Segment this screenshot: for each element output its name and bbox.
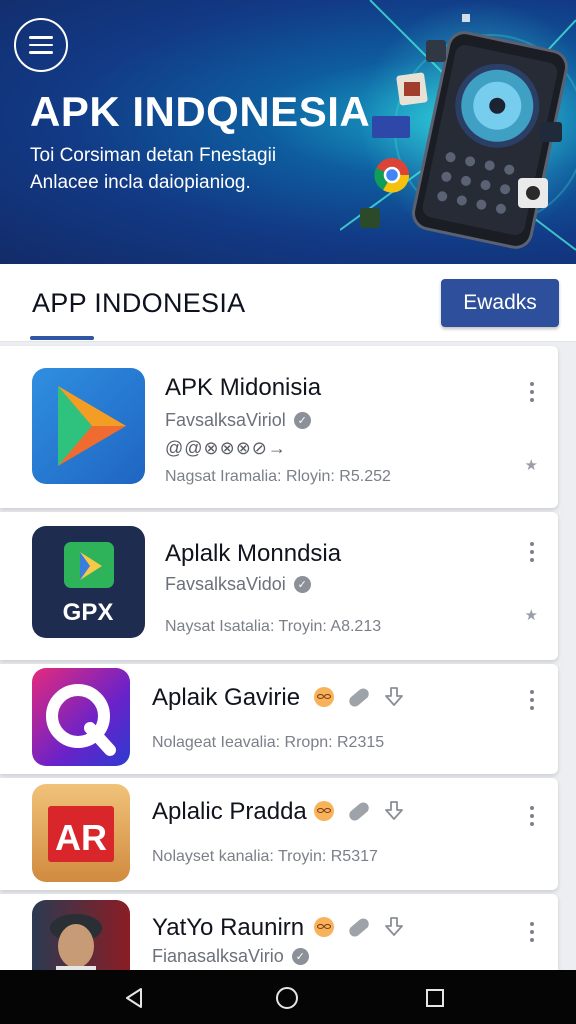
hero-subtitle-line: Toi Corsiman detan Fnestagii (30, 145, 277, 166)
app-name: APK Midonisia (165, 374, 322, 401)
developer-name: FavsalksaViriol (165, 410, 286, 430)
gpx-play-icon: GPX (32, 526, 145, 638)
tab-app-indonesia[interactable]: APP INDONESIA (32, 288, 245, 319)
developer-name: FavsalksaVidoi (165, 574, 286, 594)
app-badges (314, 685, 404, 709)
download-icon[interactable] (384, 800, 404, 822)
pill-icon (347, 685, 371, 709)
hero-subtitle-line: Anlacee incla daiopianiog. (30, 172, 251, 193)
pill-icon (347, 799, 371, 823)
back-icon[interactable] (122, 986, 146, 1010)
app-developer: FavsalksaVidoi ✓ (165, 574, 311, 595)
app-developer: FianasalksaVirio ✓ (152, 946, 309, 967)
play-triangle-icon (32, 368, 145, 484)
verified-icon: ✓ (293, 412, 311, 429)
star-icon[interactable]: ★ (525, 606, 538, 624)
menu-line (29, 36, 53, 39)
hero-banner: APK INDQNESIA Toi Corsiman detan Fnestag… (0, 0, 576, 264)
chrome-icon (374, 158, 410, 193)
action-button[interactable]: Ewadks (441, 279, 559, 327)
more-options-icon[interactable] (530, 806, 536, 826)
app-card[interactable]: GPX Aplalk Monndsia FavsalksaVidoi ✓ Nay… (0, 512, 558, 660)
q-logo-icon (32, 668, 130, 766)
star-icon[interactable]: ★ (525, 456, 538, 474)
tab-active-indicator (30, 336, 94, 340)
app-name: YatYo Raunirn (152, 914, 305, 941)
app-name: Aplalk Monndsia (165, 540, 342, 567)
app-card[interactable]: Aplaik Gavirie Nolageat Ieavalia: Rropn:… (0, 664, 558, 774)
verified-icon: ✓ (293, 576, 311, 593)
hero-title: APK INDQNESIA (30, 88, 371, 135)
more-options-icon[interactable] (530, 382, 536, 402)
hero-subtitle: Toi Corsiman detan Fnestagii Anlacee inc… (30, 142, 350, 196)
app-card[interactable]: AR Aplalic Pradda Nolayset kanalia: Troy… (0, 778, 558, 890)
menu-button[interactable] (14, 18, 68, 72)
icon-text: GPX (63, 599, 114, 626)
menu-line (29, 43, 53, 47)
rating-symbols: @@⊗⊗⊗⊘→ (165, 438, 287, 458)
emoji-icon (314, 917, 334, 937)
verified-icon: ✓ (291, 948, 309, 965)
download-icon[interactable] (384, 916, 404, 938)
more-options-icon[interactable] (530, 690, 536, 710)
system-nav-bar (0, 970, 576, 1024)
developer-name: FianasalksaVirio (152, 946, 284, 966)
app-meta: Nagsat Iramalia: Rloyin: R5.252 (165, 468, 391, 485)
download-icon[interactable] (384, 686, 404, 708)
more-options-icon[interactable] (530, 542, 536, 562)
app-meta: Nolayset kanalia: Troyin: R5317 (152, 848, 378, 865)
phone-illustration (340, 0, 576, 251)
home-icon[interactable] (275, 986, 299, 1010)
app-name: Aplaik Gavirie (152, 684, 301, 711)
emoji-icon (314, 801, 334, 821)
icon-text: AR (55, 817, 107, 858)
app-badges (314, 799, 404, 823)
app-meta: Naysat Isatalia: Troyin: A8.213 (165, 618, 382, 635)
app-name: Aplalic Pradda (152, 798, 307, 825)
app-meta: Nolageat Ieavalia: Rropn: R2315 (152, 734, 385, 751)
pill-icon (347, 915, 371, 939)
emoji-icon (314, 687, 334, 707)
ar-logo-icon: AR (32, 784, 130, 882)
recents-icon[interactable] (423, 986, 447, 1010)
menu-line (29, 51, 53, 54)
tab-bar: APP INDONESIA Ewadks (0, 264, 576, 342)
app-developer: FavsalksaViriol ✓ (165, 410, 311, 431)
app-badges (314, 915, 404, 939)
more-options-icon[interactable] (530, 922, 536, 942)
app-card[interactable]: APK Midonisia FavsalksaViriol ✓ @@⊗⊗⊗⊘→ … (0, 346, 558, 508)
